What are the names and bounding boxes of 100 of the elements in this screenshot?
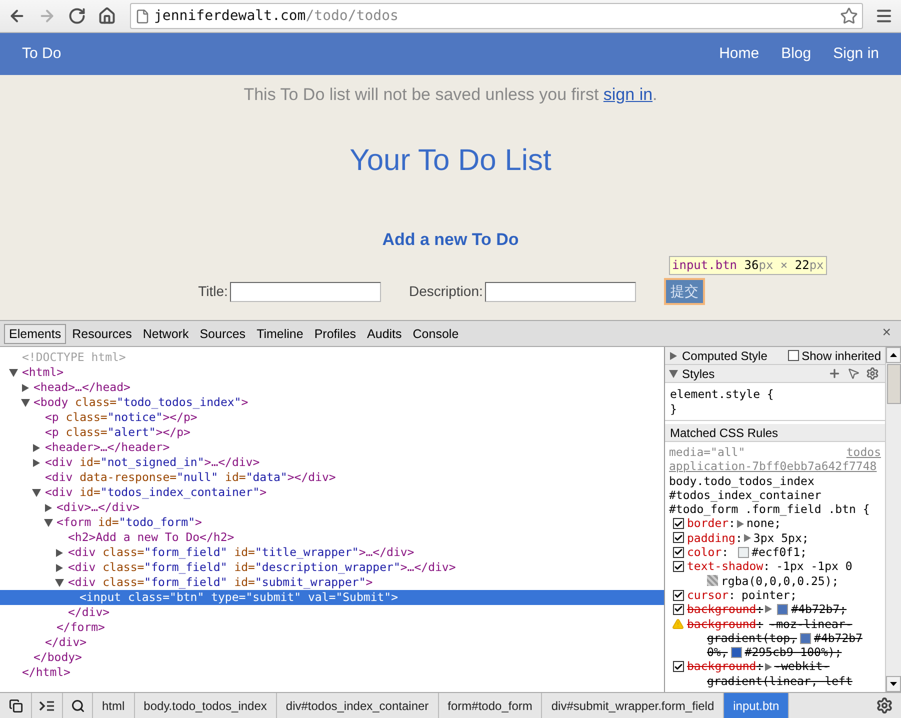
scroll-down-icon[interactable] (890, 682, 897, 686)
triangle-right-icon[interactable] (765, 662, 772, 671)
breadcrumb-item[interactable]: body.todo_todos_index (134, 693, 277, 718)
devtools-tab[interactable]: Sources (194, 324, 251, 344)
devtools-tab[interactable]: Console (408, 324, 464, 344)
checkbox[interactable] (672, 661, 684, 672)
sign-in-link[interactable]: sign in (603, 85, 653, 104)
address-bar[interactable]: jenniferdewalt.com/todo/todos (130, 3, 863, 29)
menu-icon[interactable] (875, 7, 893, 25)
css-property-line[interactable]: background: #4b72b7; (687, 602, 847, 617)
color-swatch[interactable] (777, 604, 788, 615)
devtools-tab[interactable]: Profiles (309, 324, 362, 344)
triangle-down-icon[interactable] (44, 519, 52, 527)
checkbox[interactable] (672, 590, 684, 601)
color-swatch[interactable] (730, 646, 742, 658)
nav-link[interactable]: Home (719, 42, 760, 66)
dom-node-text[interactable]: <div id="not_signed_in">…</div> (45, 455, 260, 470)
dom-node-text[interactable]: <header>…</header> (45, 440, 170, 455)
dock-icon[interactable] (8, 698, 22, 712)
css-property-line[interactable]: border: none; (687, 516, 782, 531)
settings-icon[interactable] (876, 697, 893, 714)
text-field[interactable] (484, 282, 636, 302)
dom-closing-tag[interactable]: </html> (22, 665, 70, 680)
triangle-down-icon[interactable] (669, 370, 678, 378)
color-swatch[interactable] (738, 546, 749, 558)
css-property-line[interactable]: cursor: pointer; (687, 588, 797, 602)
triangle-right-icon[interactable] (32, 444, 41, 452)
section-header[interactable]: Computed Style Show inherited (665, 347, 885, 365)
checkbox[interactable] (672, 561, 684, 572)
dom-closing-tag[interactable]: </body> (34, 650, 82, 665)
brand-link[interactable]: To Do (22, 42, 62, 66)
nav-link[interactable]: Sign in (833, 42, 879, 66)
css-property-line[interactable]: color: #ecf0f1; (687, 545, 807, 560)
section-title: Styles (682, 366, 715, 382)
devtools-tab[interactable]: Audits (362, 324, 407, 344)
triangle-down-icon[interactable] (55, 579, 64, 587)
dom-closing-tag[interactable]: </form> (56, 620, 105, 635)
dom-node-text[interactable]: <div class="form_field" id="submit_wrapper"> (68, 575, 373, 590)
dom-node-text[interactable]: <p class="notice"></p> (45, 410, 198, 425)
dom-closing-tag[interactable]: </div> (45, 635, 87, 650)
dom-node-text[interactable]: <div>…</div> (56, 500, 140, 515)
scrollbar[interactable] (885, 347, 901, 692)
triangle-down-icon[interactable] (9, 369, 18, 377)
reload-icon[interactable] (68, 7, 86, 25)
checkbox[interactable] (672, 604, 684, 615)
triangle-right-icon[interactable] (55, 564, 64, 572)
color-swatch[interactable] (707, 575, 718, 586)
close-button[interactable]: × (876, 322, 897, 345)
devtools-tab[interactable]: Elements (4, 324, 66, 344)
triangle-right-icon[interactable] (44, 504, 52, 512)
dom-node-text[interactable]: <p class="alert"></p> (45, 425, 190, 440)
breadcrumb-item[interactable]: div#todos_index_container (276, 693, 439, 718)
home-icon[interactable] (98, 7, 116, 25)
pointer-icon[interactable] (847, 367, 860, 380)
color-swatch[interactable] (800, 632, 812, 644)
back-icon[interactable] (8, 7, 26, 25)
dom-closing-tag[interactable]: </div> (68, 605, 110, 620)
scrollbar-thumb[interactable] (886, 364, 900, 404)
stylesheet-link[interactable]: application-7bff0ebb7a642f7748 (669, 459, 881, 474)
text-field[interactable] (230, 282, 381, 302)
dom-node-text[interactable]: <div class="form_field" id="title_wrapper">…</div> (68, 545, 414, 560)
css-property-line[interactable]: background: -webkit- (687, 659, 830, 674)
section-header: Matched CSS Rules (665, 424, 885, 442)
dom-node-text[interactable]: <head>…</head> (34, 380, 130, 395)
triangle-right-icon[interactable] (669, 352, 678, 360)
dom-node-text[interactable]: <form id="todo_form"> (56, 515, 202, 530)
css-property-line[interactable]: padding: 3px 5px; (687, 530, 809, 546)
console-icon[interactable] (39, 700, 55, 712)
dom-node-text[interactable]: <body class="todo_todos_index"> (34, 395, 248, 410)
section-header[interactable]: Styles (665, 365, 885, 383)
css-property-line[interactable]: background: -moz-linear- (687, 616, 852, 631)
triangle-right-icon[interactable] (55, 549, 64, 557)
checkbox[interactable] (788, 350, 799, 361)
dom-node-text[interactable]: <div data-response="null" id="data"></div> (45, 470, 336, 485)
devtools-tab[interactable]: Timeline (252, 324, 308, 344)
checkbox[interactable] (672, 532, 684, 544)
star-icon[interactable] (840, 7, 858, 25)
breadcrumb-item[interactable]: html (93, 693, 135, 718)
checkbox[interactable] (672, 518, 684, 530)
search-icon[interactable] (70, 698, 84, 712)
css-property-line[interactable]: text-shadow: -1px -1px 0 (687, 559, 852, 574)
breadcrumb-item[interactable]: form#todo_form (438, 693, 542, 718)
checkbox[interactable] (672, 546, 684, 558)
triangle-down-icon[interactable] (20, 399, 30, 407)
dom-node-text[interactable]: <html> (22, 365, 64, 380)
triangle-right-icon[interactable] (32, 459, 41, 467)
triangle-down-icon[interactable] (32, 489, 41, 497)
source-link[interactable]: todos (846, 445, 881, 460)
triangle-right-icon[interactable] (765, 605, 772, 614)
add-icon[interactable] (828, 367, 841, 380)
triangle-right-icon[interactable] (20, 384, 30, 392)
nav-link[interactable]: Blog (781, 42, 812, 66)
settings-icon[interactable] (866, 367, 879, 380)
dom-node-text[interactable]: <h2>Add a new To Do</h2> (68, 530, 234, 545)
dom-node-text[interactable]: <div class="form_field" id="description_wrapper">…</div> (68, 560, 456, 575)
scroll-up-icon[interactable] (890, 353, 897, 357)
dom-node-text[interactable]: <div id="todos_index_container"> (45, 485, 267, 500)
devtools-tab[interactable]: Network (138, 324, 194, 344)
devtools-tab[interactable]: Resources (67, 324, 137, 344)
breadcrumb-item[interactable]: input.btn (724, 693, 790, 718)
